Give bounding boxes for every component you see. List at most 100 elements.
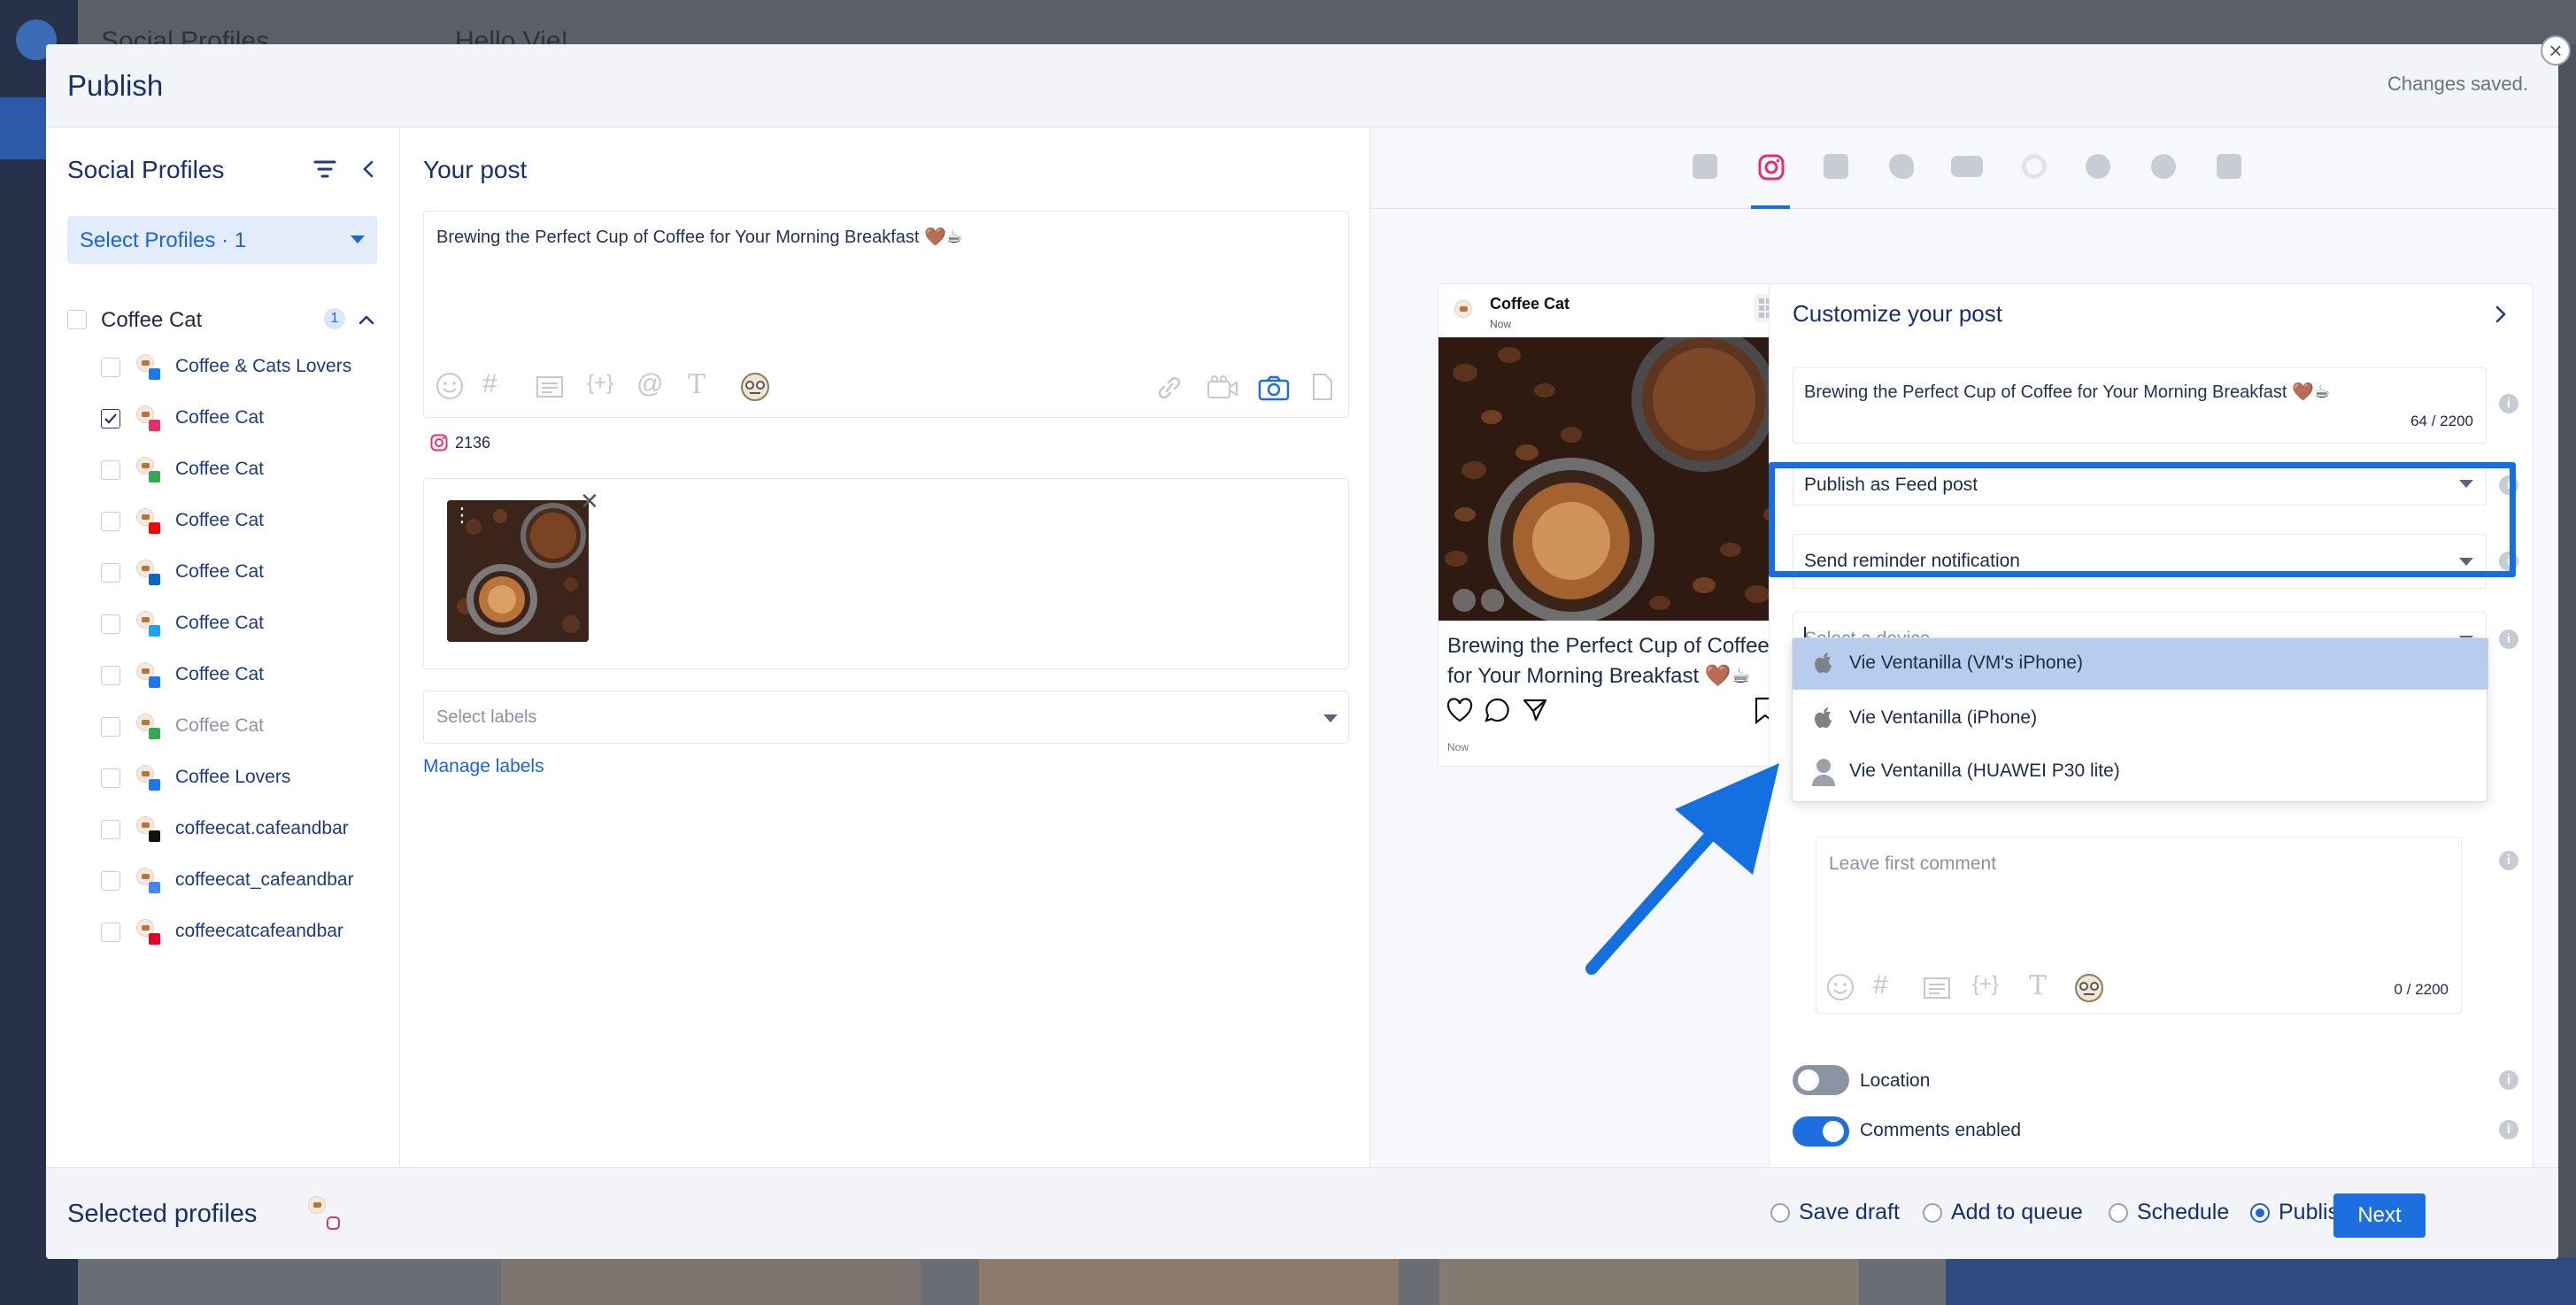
profile-item[interactable]: Coffee Cat — [101, 659, 393, 694]
tag-people-icon[interactable] — [1453, 589, 1476, 612]
twitter-tab-icon[interactable] — [1889, 154, 1914, 179]
custom-text-editor[interactable]: Brewing the Perfect Cup of Coffee for Yo… — [1793, 367, 2487, 444]
select-profiles-dropdown[interactable]: Select Profiles · 1 — [67, 216, 377, 264]
profile-item[interactable]: coffeecat.cafeandbar — [101, 813, 393, 848]
profile-item[interactable]: Coffee & Cats Lovers — [101, 351, 393, 386]
profile-checkbox[interactable] — [101, 409, 120, 429]
chevron-up-icon[interactable] — [358, 313, 375, 326]
close-modal-button[interactable]: × — [2541, 35, 2571, 66]
profile-checkbox[interactable] — [101, 358, 120, 377]
media-thumbnail[interactable]: ⋮ — [447, 500, 589, 642]
variables-icon[interactable]: {+} — [587, 371, 613, 396]
instagram-icon — [148, 419, 161, 432]
profile-item[interactable]: coffeecat_cafeandbar — [101, 864, 393, 900]
profile-label: Coffee Cat — [175, 613, 265, 633]
camera-icon[interactable] — [1258, 375, 1290, 401]
profile-checkbox[interactable] — [101, 768, 120, 788]
schedule-radio[interactable] — [2109, 1203, 2128, 1223]
first-comment-editor[interactable]: Leave first comment # {+} T 0 / 2200 — [1816, 837, 2462, 1014]
filter-icon[interactable] — [313, 159, 336, 179]
profile-checkbox[interactable] — [101, 614, 120, 634]
location-toggle[interactable] — [1793, 1065, 1849, 1095]
first-comment-counter: 0 / 2200 — [2394, 981, 2449, 998]
group-checkbox[interactable] — [67, 310, 87, 329]
profile-item[interactable]: Coffee Cat — [101, 505, 393, 540]
profile-item[interactable]: Coffee Cat — [101, 453, 393, 489]
device-option[interactable]: Vie Ventanilla (VM's iPhone) — [1793, 638, 2488, 690]
facebook-icon — [148, 676, 161, 689]
profile-checkbox[interactable] — [101, 820, 120, 839]
reddit-tab-icon[interactable] — [2086, 154, 2110, 179]
linkedin-tab-icon[interactable] — [1824, 154, 1848, 179]
variables-icon[interactable]: {+} — [1972, 972, 1999, 997]
info-icon[interactable]: i — [2499, 1070, 2518, 1090]
location-label: Location — [1860, 1070, 1931, 1091]
post-editor[interactable]: Brewing the Perfect Cup of Coffee for Yo… — [423, 211, 1349, 418]
profile-checkbox[interactable] — [101, 717, 120, 737]
add-to-queue-label[interactable]: Add to queue — [1951, 1200, 2083, 1225]
device-option[interactable]: Vie Ventanilla (HUAWEI P30 lite) — [1793, 746, 2488, 798]
video-icon[interactable] — [1207, 375, 1238, 401]
tiktok-tab-icon[interactable] — [2217, 154, 2241, 179]
comments-toggle[interactable] — [1793, 1116, 1849, 1147]
text-format-icon[interactable]: T — [2029, 970, 2047, 1001]
collapse-panel-icon[interactable] — [359, 159, 377, 179]
text-format-icon[interactable]: T — [688, 369, 706, 400]
manage-labels-link[interactable]: Manage labels — [423, 756, 544, 777]
add-to-queue-radio[interactable] — [1923, 1203, 1942, 1223]
emoji-icon[interactable] — [1825, 972, 1855, 1002]
youtube-tab-icon[interactable] — [1951, 156, 1983, 177]
custom-text[interactable]: Brewing the Perfect Cup of Coffee for Yo… — [1804, 381, 2330, 403]
profile-item[interactable]: Coffee Cat — [101, 402, 393, 437]
profile-group-header[interactable]: Coffee Cat 1 — [67, 303, 386, 338]
google-business-icon — [148, 881, 161, 894]
user-icon — [1812, 759, 1835, 786]
schedule-label[interactable]: Schedule — [2137, 1200, 2229, 1225]
save-draft-label[interactable]: Save draft — [1799, 1200, 1900, 1225]
profile-checkbox[interactable] — [101, 871, 120, 891]
ai-assistant-icon[interactable] — [739, 371, 771, 403]
hashtag-icon[interactable]: # — [482, 369, 497, 399]
profile-avatar — [133, 763, 161, 791]
pinterest-tab-icon[interactable] — [2151, 154, 2176, 179]
document-icon[interactable] — [1311, 373, 1334, 401]
device-option[interactable]: Vie Ventanilla (iPhone) — [1793, 693, 2488, 745]
instagram-tab-icon[interactable] — [1758, 154, 1785, 181]
link-icon[interactable] — [1155, 375, 1184, 401]
text-block-icon[interactable] — [536, 375, 564, 399]
shopping-tag-icon[interactable] — [1481, 589, 1504, 612]
profile-item[interactable]: Coffee Cat — [101, 556, 393, 591]
google-tab-icon[interactable] — [2022, 154, 2047, 179]
profile-checkbox[interactable] — [101, 923, 120, 942]
profile-item[interactable]: Coffee Cat — [101, 607, 393, 643]
text-block-icon[interactable] — [1923, 976, 1951, 1000]
post-text[interactable]: Brewing the Perfect Cup of Coffee for Yo… — [436, 226, 962, 248]
info-icon[interactable]: i — [2499, 1120, 2518, 1139]
profile-checkbox[interactable] — [101, 460, 120, 480]
mention-icon[interactable]: @ — [636, 369, 663, 399]
publish-now-radio[interactable] — [2250, 1203, 2270, 1223]
next-button[interactable]: Next — [2333, 1193, 2426, 1238]
info-icon[interactable]: i — [2499, 394, 2518, 413]
profile-label: Coffee Cat — [175, 510, 265, 530]
save-draft-radio[interactable] — [1770, 1203, 1790, 1223]
info-icon[interactable]: i — [2499, 851, 2518, 870]
active-tab-indicator — [1751, 205, 1790, 209]
profile-checkbox[interactable] — [101, 563, 120, 583]
google-icon — [148, 470, 161, 483]
media-options-icon[interactable]: ⋮ — [452, 506, 472, 525]
profile-checkbox[interactable] — [101, 512, 120, 531]
google-icon — [148, 727, 161, 740]
labels-select[interactable]: Select labels — [423, 691, 1349, 744]
hashtag-icon[interactable]: # — [1873, 970, 1888, 1000]
remove-media-icon[interactable]: ✕ — [580, 490, 599, 513]
ai-assistant-icon[interactable] — [2073, 972, 2105, 1004]
emoji-icon[interactable] — [435, 371, 465, 401]
info-icon[interactable]: i — [2499, 629, 2518, 649]
profile-item[interactable]: Coffee Lovers — [101, 761, 393, 797]
profile-item[interactable]: Coffee Cat — [101, 710, 393, 745]
profile-item[interactable]: coffeecatcafeandbar — [101, 915, 393, 951]
chevron-right-icon[interactable] — [2494, 304, 2508, 325]
facebook-tab-icon[interactable] — [1693, 154, 1717, 179]
profile-checkbox[interactable] — [101, 666, 120, 685]
